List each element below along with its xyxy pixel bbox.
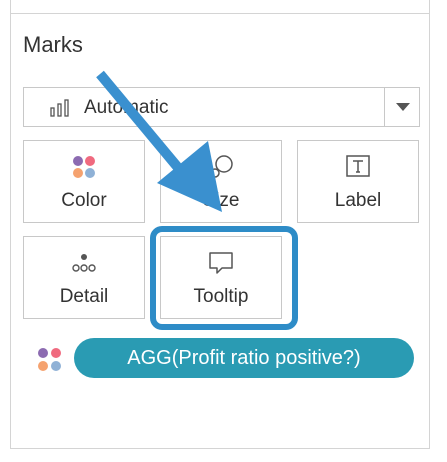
color-label: Color (61, 190, 107, 211)
mark-type-dropdown[interactable]: Automatic (23, 87, 420, 127)
detail-label: Detail (59, 286, 109, 307)
marks-title: Marks (23, 32, 83, 57)
label-label: Label (334, 190, 382, 211)
marks-card (10, 0, 430, 449)
mark-type-label: Automatic (84, 97, 169, 118)
detail-button[interactable]: Detail (23, 236, 145, 319)
text-label-icon (346, 155, 370, 177)
field-pill[interactable]: AGG(Profit ratio positive?) (74, 338, 414, 378)
marks-card-page: Marks Automatic Color Size Label Detail … (0, 0, 447, 462)
size-label: Size (202, 190, 240, 211)
tooltip-highlight-box (150, 226, 298, 330)
label-button[interactable]: Label (297, 140, 419, 223)
color-dots-icon (38, 348, 61, 371)
dropdown-divider (384, 88, 385, 126)
color-button[interactable]: Color (23, 140, 145, 223)
color-dots-icon (73, 156, 95, 178)
bar-chart-icon (50, 99, 69, 117)
size-circles-icon (210, 155, 233, 178)
caret-down-icon[interactable] (396, 103, 410, 111)
detail-dots-icon (72, 254, 96, 272)
size-button[interactable]: Size (160, 140, 282, 223)
